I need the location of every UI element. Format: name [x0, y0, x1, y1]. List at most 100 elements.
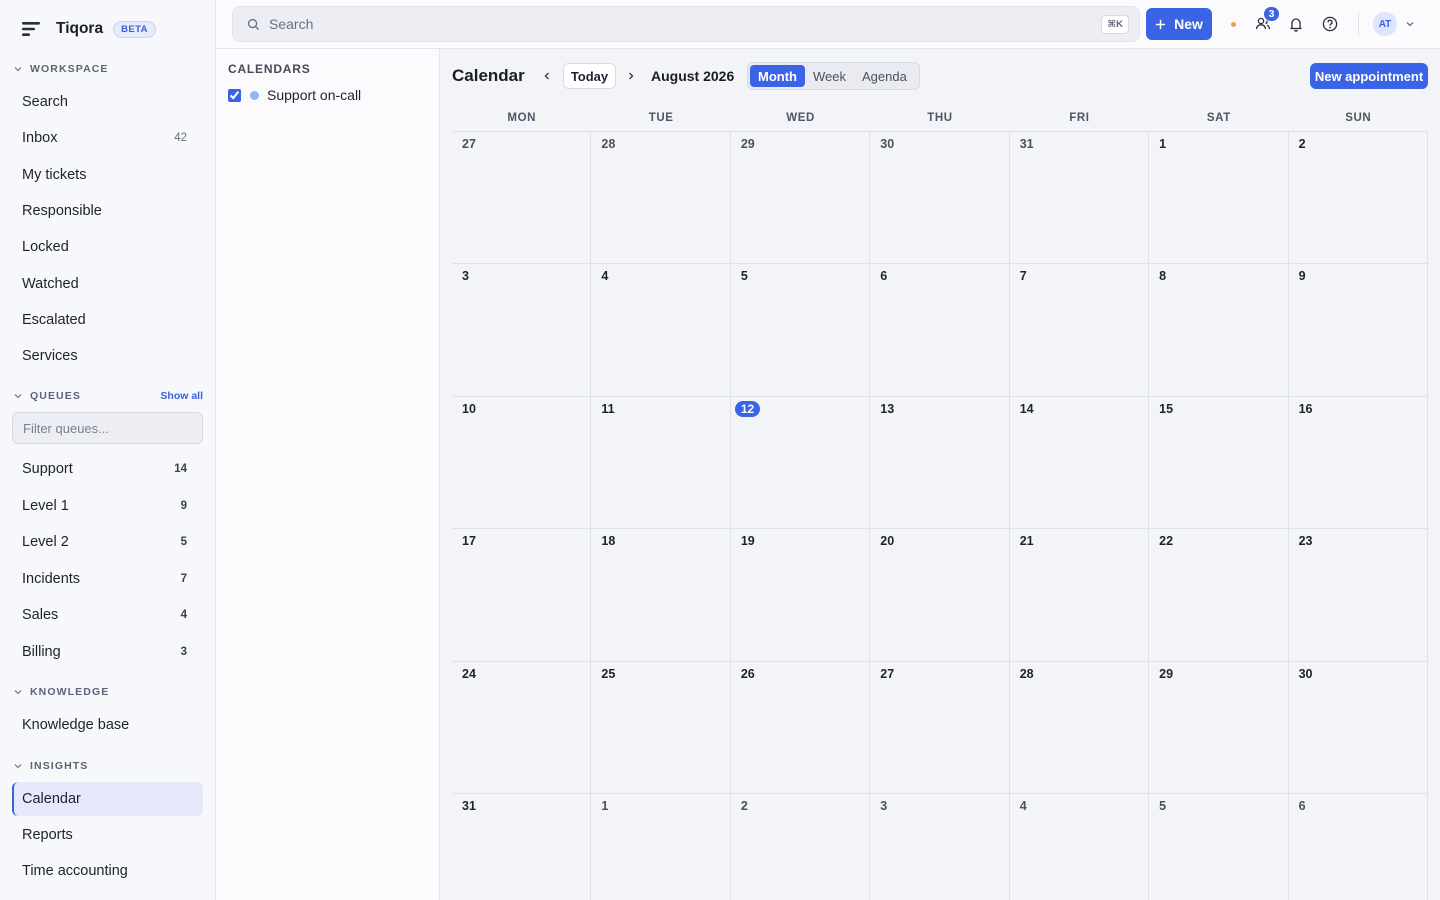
weekday-label: MON: [507, 112, 537, 124]
day-cell[interactable]: 24: [452, 661, 592, 794]
section-knowledge[interactable]: KNOWLEDGE: [13, 684, 203, 700]
day-number: 3: [880, 798, 888, 813]
chevron-left-icon[interactable]: [541, 70, 553, 82]
sidebar-item-level-2[interactable]: Level 2 5: [12, 525, 203, 559]
day-cell[interactable]: 30: [1288, 661, 1428, 794]
sidebar-item-label: Locked: [22, 239, 69, 255]
day-cell[interactable]: 18: [591, 529, 731, 662]
sidebar-item-services[interactable]: Services: [12, 339, 203, 373]
sidebar-item-watched[interactable]: Watched: [12, 267, 203, 301]
sidebar-item-label: Support: [22, 461, 73, 477]
sidebar-item-calendar[interactable]: Calendar: [12, 782, 203, 816]
day-cell[interactable]: 10: [452, 396, 592, 530]
chevron-right-icon[interactable]: [625, 70, 637, 82]
day-cell[interactable]: 15: [1149, 396, 1289, 530]
day-number: 11: [601, 401, 615, 416]
tab-week[interactable]: Week: [805, 65, 854, 87]
day-number: 10: [462, 401, 476, 416]
day-cell[interactable]: 19: [730, 529, 871, 662]
notifications-button[interactable]: [1287, 15, 1305, 33]
day-cell[interactable]: 14: [1009, 396, 1150, 530]
day-cell[interactable]: 27: [452, 132, 592, 265]
day-cell[interactable]: 1: [591, 793, 731, 900]
sidebar-item-billing[interactable]: Billing 3: [12, 635, 203, 669]
new-appointment-button[interactable]: New appointment: [1310, 63, 1428, 89]
day-cell[interactable]: 4: [591, 264, 731, 397]
day-cell[interactable]: 30: [870, 132, 1010, 265]
sidebar-item-label: Billing: [22, 644, 61, 660]
day-number: 6: [1298, 798, 1306, 813]
day-cell-today[interactable]: 12: [730, 396, 871, 530]
sidebar-item-inbox[interactable]: Inbox 42: [12, 121, 203, 155]
day-number: 20: [880, 534, 895, 549]
day-cell[interactable]: 13: [870, 396, 1010, 530]
day-number: 21: [1019, 534, 1034, 549]
day-cell[interactable]: 22: [1149, 529, 1289, 662]
sidebar-item-time-accounting[interactable]: Time accounting: [12, 854, 203, 888]
day-cell[interactable]: 25: [591, 661, 731, 794]
calendar-checkbox[interactable]: [228, 88, 241, 102]
day-cell[interactable]: 31: [452, 793, 592, 900]
today-button[interactable]: Today: [563, 63, 616, 89]
sidebar-item-reports[interactable]: Reports: [12, 818, 203, 852]
day-cell[interactable]: 29: [730, 132, 871, 265]
sidebar-item-my-tickets[interactable]: My tickets: [12, 158, 203, 192]
brand[interactable]: Tiqora BETA: [22, 17, 156, 41]
tab-month[interactable]: Month: [750, 65, 805, 87]
day-cell[interactable]: 21: [1009, 529, 1150, 662]
sidebar-item-responsible[interactable]: Responsible: [12, 194, 203, 228]
day-number: 24: [462, 666, 476, 681]
calendar-entry-support-on-call[interactable]: Support on-call: [228, 86, 361, 104]
sidebar-item-locked[interactable]: Locked: [12, 230, 203, 264]
day-cell[interactable]: 31: [1009, 132, 1150, 265]
queue-filter-input[interactable]: [12, 412, 203, 444]
day-cell[interactable]: 5: [730, 264, 871, 397]
avatar[interactable]: AT: [1373, 12, 1397, 36]
search-input[interactable]: [269, 16, 1102, 32]
day-cell[interactable]: 26: [730, 661, 871, 794]
new-button[interactable]: New: [1146, 8, 1212, 40]
day-cell[interactable]: 6: [1288, 793, 1428, 900]
section-workspace[interactable]: WORKSPACE: [13, 61, 203, 77]
day-number: 26: [740, 666, 755, 681]
day-cell[interactable]: 2: [730, 793, 871, 900]
day-number: 30: [1298, 666, 1313, 681]
day-number: 29: [1159, 666, 1174, 681]
day-cell[interactable]: 5: [1149, 793, 1289, 900]
sidebar-item-incidents[interactable]: Incidents 7: [12, 562, 203, 596]
day-cell[interactable]: 28: [1009, 661, 1150, 794]
day-cell[interactable]: 4: [1009, 793, 1150, 900]
day-cell[interactable]: 27: [870, 661, 1010, 794]
day-cell[interactable]: 8: [1149, 264, 1289, 397]
sidebar-item-level-1[interactable]: Level 1 9: [12, 489, 203, 523]
day-cell[interactable]: 1: [1149, 132, 1289, 265]
tab-agenda[interactable]: Agenda: [854, 65, 915, 87]
day-cell[interactable]: 28: [591, 132, 731, 265]
chevron-down-icon[interactable]: [1405, 19, 1415, 29]
help-button[interactable]: [1321, 15, 1339, 33]
day-cell[interactable]: 29: [1149, 661, 1289, 794]
sidebar-item-support[interactable]: Support 14: [12, 452, 203, 486]
weeks-grid: 27 28 29 30 31 1 2 3 4 5 6 7 8 9 10 11 12 13 14 15 16 17 18 19 2…: [452, 132, 1428, 900]
day-number: 2: [1298, 137, 1306, 151]
day-cell[interactable]: 2: [1288, 132, 1428, 265]
day-cell[interactable]: 17: [452, 529, 592, 662]
sidebar-item-escalated[interactable]: Escalated: [12, 303, 203, 337]
sidebar-item-sales[interactable]: Sales 4: [12, 598, 203, 632]
day-cell[interactable]: 6: [870, 264, 1010, 397]
day-cell[interactable]: 11: [591, 396, 731, 530]
sidebar-item-knowledge-base[interactable]: Knowledge base: [12, 708, 203, 742]
global-search[interactable]: ⌘K: [232, 6, 1140, 42]
day-cell[interactable]: 7: [1009, 264, 1150, 397]
day-cell[interactable]: 23: [1288, 529, 1428, 662]
sidebar-item-search[interactable]: Search: [12, 85, 203, 119]
day-cell[interactable]: 20: [870, 529, 1010, 662]
day-cell[interactable]: 9: [1288, 264, 1428, 397]
section-queues[interactable]: QUEUES Show all: [13, 388, 203, 404]
day-cell[interactable]: 3: [452, 264, 592, 397]
section-insights[interactable]: INSIGHTS: [13, 758, 203, 774]
day-cell[interactable]: 16: [1288, 396, 1428, 530]
day-cell[interactable]: 3: [870, 793, 1010, 900]
day-number: 17: [462, 534, 476, 549]
show-all-link[interactable]: Show all: [160, 390, 203, 402]
